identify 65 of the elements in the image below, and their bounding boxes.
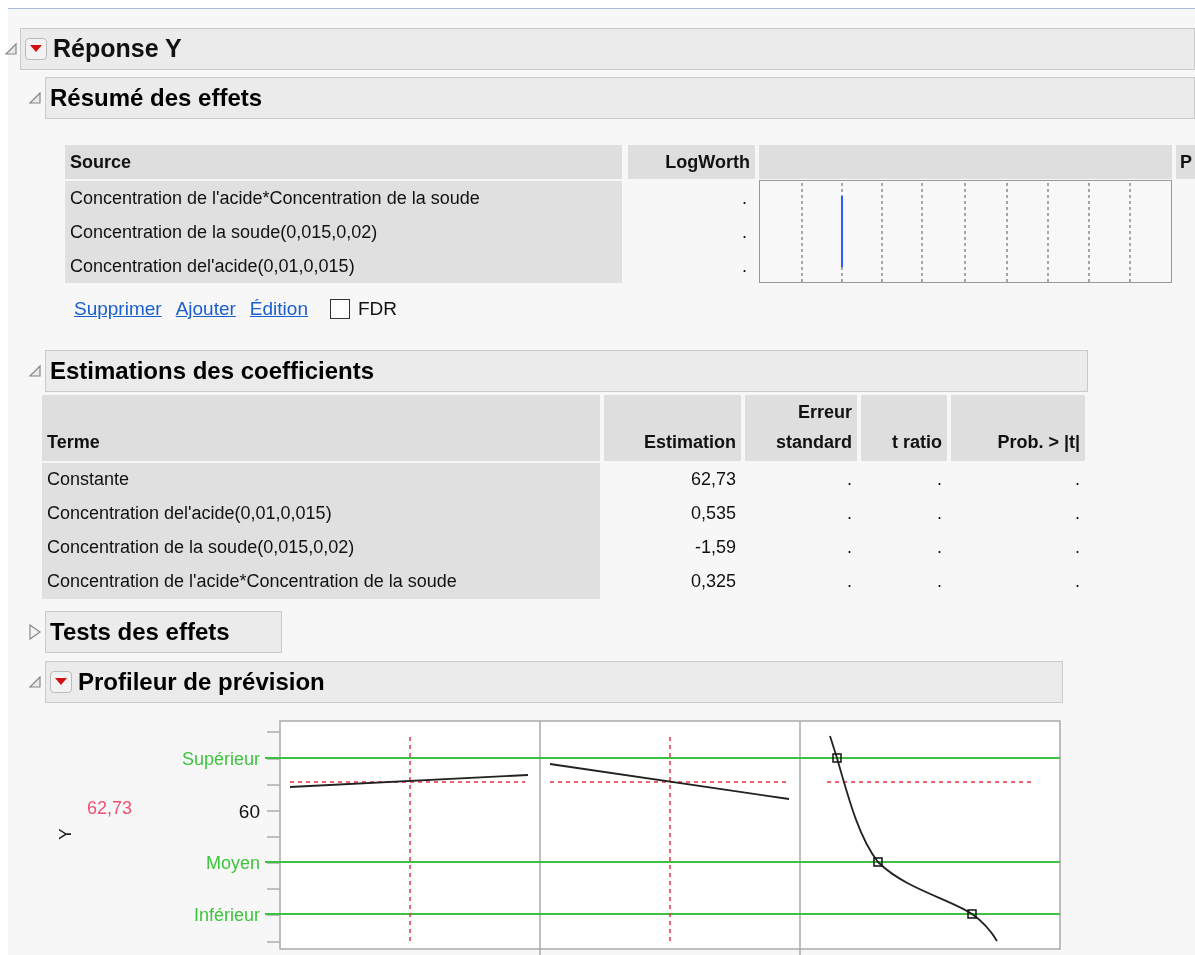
- expand-triangle-icon[interactable]: [28, 622, 42, 641]
- table-cell-text: .: [936, 570, 943, 593]
- table-cell: Concentration del'acide(0,01,0,015): [65, 249, 622, 283]
- collapse-triangle-icon[interactable]: [28, 674, 42, 689]
- outline-title: Profileur de prévision: [78, 666, 325, 697]
- column-header: t ratio: [861, 394, 947, 461]
- column-header: P: [1176, 145, 1195, 179]
- table-cell-text: .: [936, 468, 943, 491]
- menu-dropdown-icon[interactable]: [25, 38, 47, 60]
- column-header: Terme: [42, 394, 600, 461]
- table-cell: Concentration de la soude(0,015,0,02): [42, 530, 600, 565]
- table-cell-text: .: [936, 536, 943, 559]
- outline-title: Résumé des effets: [50, 83, 263, 113]
- point-marker: [967, 908, 977, 919]
- limit-label: Inférieur: [193, 904, 260, 925]
- table-cell-text: .: [1074, 570, 1081, 593]
- outline-header[interactable]: Résumé des effets: [45, 77, 1195, 119]
- table-cell: Concentration de l'acide*Concentration de la soude: [42, 564, 600, 599]
- table-cell-text: .: [846, 502, 853, 525]
- column-header: Source: [65, 145, 622, 179]
- action-link[interactable]: Ajouter: [175, 295, 236, 324]
- outline-title: Tests des effets: [50, 616, 230, 647]
- column-header: LogWorth: [628, 145, 755, 179]
- current-value: 62,73: [87, 797, 133, 818]
- table-cell: Concentration de la soude(0,015,0,02): [65, 215, 622, 249]
- collapse-triangle-icon[interactable]: [4, 42, 18, 56]
- table-cell-text: .: [846, 570, 853, 593]
- table-cell-text: .: [741, 220, 748, 244]
- table-cell-text: .: [741, 186, 748, 210]
- checkbox-label: FDR: [357, 297, 398, 321]
- menu-dropdown-icon[interactable]: [50, 670, 72, 693]
- point-marker: [832, 752, 842, 763]
- table-cell-text: -1,59: [693, 536, 737, 559]
- table-cell: Constante: [42, 462, 600, 497]
- table-cell-text: 0,535: [689, 502, 737, 525]
- collapse-triangle-icon[interactable]: [28, 91, 42, 105]
- table-cell-text: .: [936, 502, 943, 525]
- action-link[interactable]: Édition: [249, 295, 308, 324]
- column-header: Estimation: [604, 394, 741, 461]
- table-cell-text: 62,73: [689, 468, 737, 491]
- limit-label: Supérieur: [181, 748, 260, 769]
- table-cell-text: .: [1074, 502, 1081, 525]
- table-cell: Concentration de l'acide*Concentration de la soude: [65, 181, 622, 215]
- outline-header[interactable]: Profileur de prévision: [45, 660, 1063, 703]
- outline-header[interactable]: Tests des effets: [45, 610, 282, 653]
- table-cell-text: .: [741, 254, 748, 278]
- action-link[interactable]: Supprimer: [74, 295, 162, 324]
- table-cell-text: .: [1074, 536, 1081, 559]
- fdr-checkbox[interactable]: [329, 299, 350, 320]
- outline-header[interactable]: Réponse Y: [20, 28, 1195, 70]
- table-cell-text: .: [846, 468, 853, 491]
- point-marker: [873, 856, 883, 867]
- outline-title: Réponse Y: [53, 33, 182, 65]
- axis-label: Y: [56, 827, 75, 840]
- outline-title: Estimations des coefficients: [50, 355, 375, 386]
- tick-label: 60: [238, 800, 260, 822]
- table-cell: Concentration del'acide(0,01,0,015): [42, 496, 600, 531]
- column-header: Erreur standard: [745, 394, 857, 461]
- limit-label: Moyen: [205, 852, 260, 873]
- outline-header[interactable]: Estimations des coefficients: [45, 349, 1088, 392]
- table-cell-text: 0,325: [689, 570, 737, 593]
- table-cell-text: .: [1074, 468, 1081, 491]
- table-cell-text: .: [846, 536, 853, 559]
- column-header: Prob. > |t|: [951, 394, 1085, 461]
- collapse-triangle-icon[interactable]: [28, 363, 42, 378]
